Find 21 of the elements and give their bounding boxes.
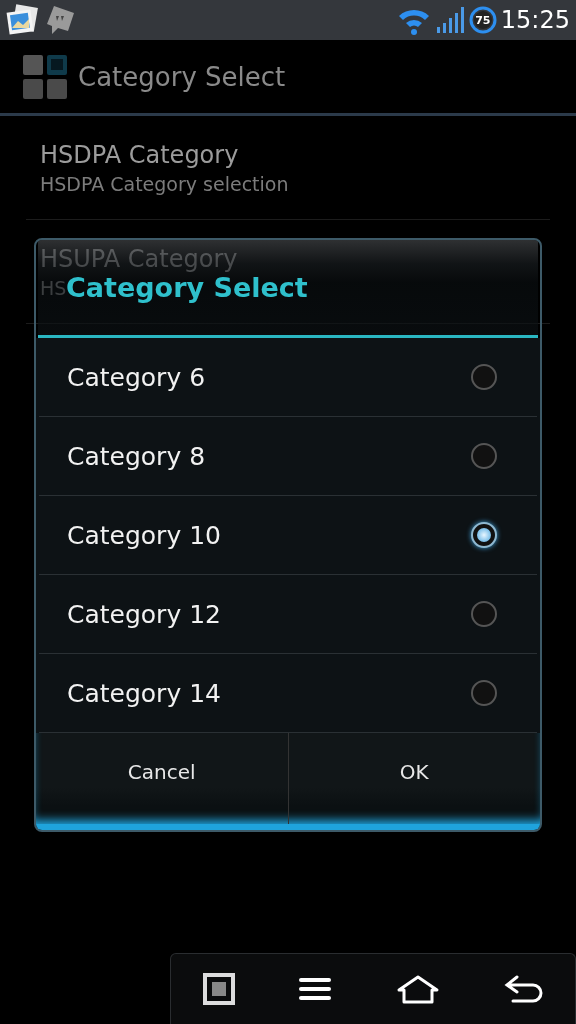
- app-title: Category Select: [78, 61, 286, 92]
- message-icon: [44, 3, 76, 37]
- option-row[interactable]: Category 6: [39, 338, 537, 418]
- app-icon: [22, 53, 68, 100]
- cancel-button[interactable]: Cancel: [36, 733, 288, 824]
- ok-button[interactable]: OK: [287, 733, 540, 824]
- radio-button[interactable]: [471, 601, 497, 628]
- option-row[interactable]: Category 10: [39, 496, 537, 576]
- preference-summary: HSDPA Category selection: [40, 172, 289, 195]
- battery-icon: 75: [468, 6, 497, 34]
- radio-button[interactable]: [471, 364, 497, 391]
- radio-button[interactable]: [471, 522, 497, 549]
- radio-button[interactable]: [471, 443, 497, 470]
- option-row[interactable]: Category 12: [39, 575, 537, 655]
- clock: 15:25: [500, 6, 570, 34]
- dialog-title: Category Select: [66, 272, 308, 304]
- preference-title[interactable]: HSDPA Category: [40, 140, 239, 169]
- gallery-icon: [6, 3, 40, 37]
- signal-icon: [434, 5, 465, 35]
- radio-button[interactable]: [471, 680, 497, 707]
- option-row[interactable]: Category 8: [39, 417, 537, 497]
